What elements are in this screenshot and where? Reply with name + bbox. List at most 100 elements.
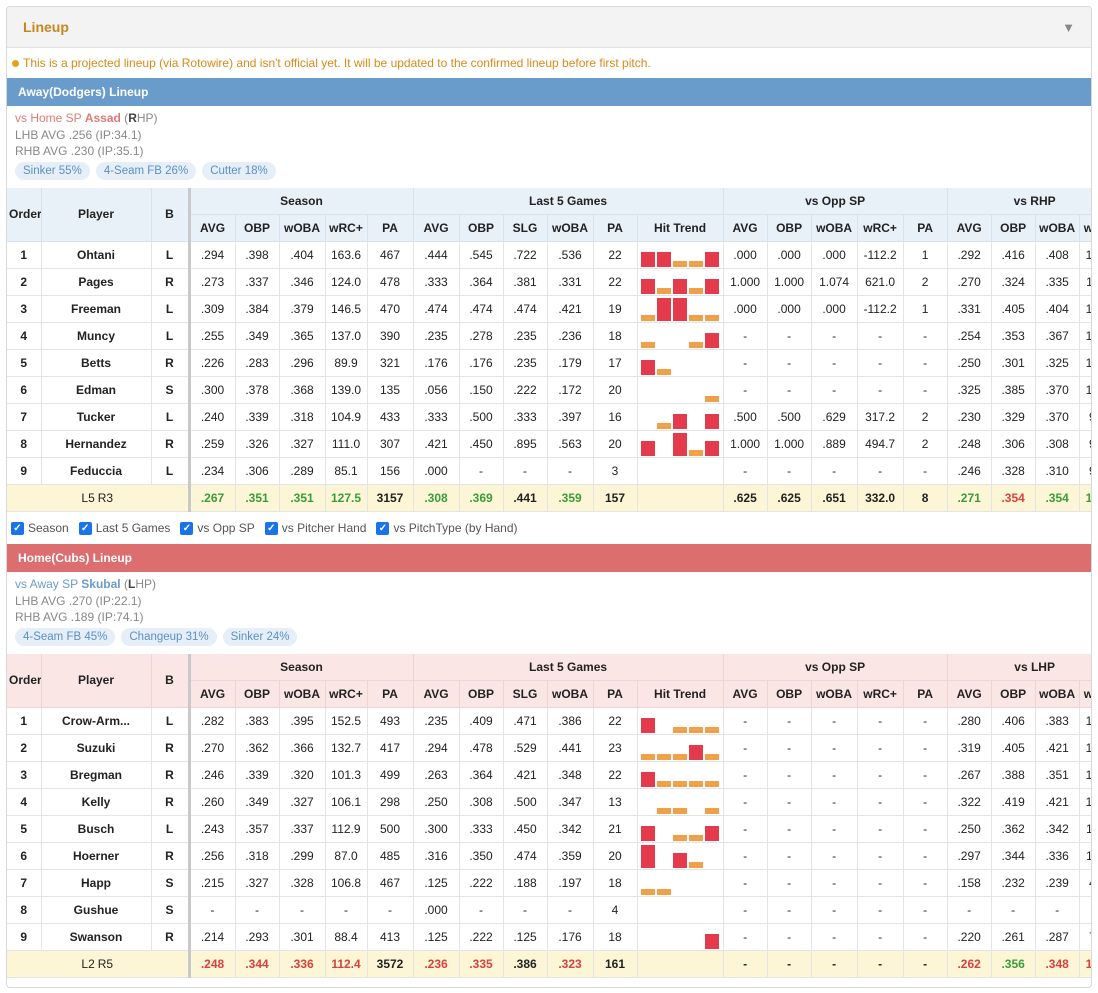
player-row[interactable]: 5 Busch L .243.357.337 112.9 500.300.333.450.… bbox=[7, 815, 1091, 843]
pitch-type-pill[interactable]: Changeup 31% bbox=[121, 627, 217, 646]
player-row[interactable]: 2 Pages R .273.337.346 124.0 478.333.364.381.… bbox=[7, 268, 1091, 296]
pitch-type-pill[interactable]: Cutter 18% bbox=[202, 161, 276, 180]
col-hand-woba[interactable]: wOBA bbox=[1035, 680, 1080, 708]
player-name-link[interactable]: Suzuki bbox=[41, 734, 152, 762]
col-hand-obp[interactable]: OBP bbox=[991, 680, 1036, 708]
col-last5-slg[interactable]: SLG bbox=[503, 680, 548, 708]
player-row[interactable]: 9 Feduccia L .234.306.289 85.1 156.000- - -3- - -… bbox=[7, 457, 1091, 485]
player-row[interactable]: 7 Tucker L .240.339.318 104.9 433.333.500.333… bbox=[7, 403, 1091, 431]
col-last5-obp[interactable]: OBP bbox=[459, 680, 504, 708]
sp-name-link[interactable]: Skubal bbox=[81, 577, 120, 591]
player-name-link[interactable]: Freeman bbox=[41, 295, 152, 323]
player-name-link[interactable]: Edman bbox=[41, 376, 152, 404]
col-season-avg[interactable]: AVG bbox=[187, 680, 236, 708]
player-name-link[interactable]: Swanson bbox=[41, 923, 152, 951]
lineup-panel-header[interactable]: Lineup ▼ bbox=[7, 7, 1091, 48]
col-season-woba[interactable]: wOBA bbox=[279, 214, 326, 242]
player-name-link[interactable]: Hoerner bbox=[41, 842, 152, 870]
col-bats[interactable]: B bbox=[151, 187, 190, 242]
col-opp-wrc-plus[interactable]: wRC+ bbox=[857, 214, 904, 242]
col-player[interactable]: Player bbox=[41, 653, 152, 708]
col-opp-woba[interactable]: wOBA bbox=[811, 680, 858, 708]
toggle-checkbox[interactable]: ✓ vs Pitcher Hand bbox=[264, 521, 366, 535]
player-row[interactable]: 5 Betts R .226.283.296 89.9 321.176.176.235.1… bbox=[7, 349, 1091, 377]
pitch-type-pill[interactable]: 4-Seam FB 45% bbox=[15, 627, 116, 646]
col-hand-obp[interactable]: OBP bbox=[991, 214, 1036, 242]
col-last5-woba[interactable]: wOBA bbox=[547, 214, 594, 242]
col-order[interactable]: Order bbox=[7, 653, 42, 708]
col-order[interactable]: Order bbox=[7, 187, 42, 242]
col-season-obp[interactable]: OBP bbox=[235, 680, 280, 708]
player-name-link[interactable]: Kelly bbox=[41, 788, 152, 816]
col-last5-hit-trend[interactable]: Hit Trend bbox=[637, 214, 724, 242]
col-season-pa[interactable]: PA bbox=[367, 680, 414, 708]
player-row[interactable]: 2 Suzuki R .270.362.366 132.7 417.294.478.529… bbox=[7, 734, 1091, 762]
player-row[interactable]: 7 Happ S .215.327.328 106.8 467.125.222.188.1… bbox=[7, 869, 1091, 897]
triangle-down-icon[interactable]: ▼ bbox=[1062, 20, 1075, 35]
player-row[interactable]: 8 Hernandez R .259.326.327 111.0 307.421.450.… bbox=[7, 430, 1091, 458]
player-name-link[interactable]: Busch bbox=[41, 815, 152, 843]
pitch-type-pill[interactable]: 4-Seam FB 26% bbox=[95, 161, 197, 180]
player-row[interactable]: 4 Kelly R .260.349.327 106.1 298.250.308.500.… bbox=[7, 788, 1091, 816]
col-opp-obp[interactable]: OBP bbox=[767, 680, 812, 708]
col-last5-obp[interactable]: OBP bbox=[459, 214, 504, 242]
toggle-checkbox[interactable]: ✓ Season bbox=[11, 521, 69, 535]
col-last5-pa[interactable]: PA bbox=[593, 214, 638, 242]
col-last5-avg[interactable]: AVG bbox=[413, 214, 460, 242]
col-last5-slg[interactable]: SLG bbox=[503, 214, 548, 242]
col-last5-pa[interactable]: PA bbox=[593, 680, 638, 708]
col-opp-avg[interactable]: AVG bbox=[723, 214, 768, 242]
col-opp-avg[interactable]: AVG bbox=[723, 680, 768, 708]
checkbox-checked-icon[interactable]: ✓ bbox=[180, 521, 194, 535]
col-season-pa[interactable]: PA bbox=[367, 214, 414, 242]
player-row[interactable]: 1 Crow-Arm... L .282.383.395 152.5 493.235.40… bbox=[7, 707, 1091, 735]
checkbox-checked-icon[interactable]: ✓ bbox=[78, 521, 92, 535]
player-row[interactable]: 9 Swanson R .214.293.301 88.4 413.125.222.125… bbox=[7, 923, 1091, 951]
col-season-obp[interactable]: OBP bbox=[235, 214, 280, 242]
player-row[interactable]: 3 Bregman R .246.339.320 101.3 499.263.364.42… bbox=[7, 761, 1091, 789]
player-name-link[interactable]: Muncy bbox=[41, 322, 152, 350]
col-opp-pa[interactable]: PA bbox=[903, 214, 948, 242]
toggle-checkbox[interactable]: ✓ vs Opp SP bbox=[180, 521, 255, 535]
pitch-type-pill[interactable]: Sinker 55% bbox=[15, 161, 90, 180]
player-name-link[interactable]: Pages bbox=[41, 268, 152, 296]
player-row[interactable]: 1 Ohtani L .294.398.404 163.6 467.444.545.722… bbox=[7, 241, 1091, 269]
col-opp-wrc-plus[interactable]: wRC+ bbox=[857, 680, 904, 708]
col-season-wrc-plus[interactable]: wRC+ bbox=[325, 680, 368, 708]
col-player[interactable]: Player bbox=[41, 187, 152, 242]
player-name-link[interactable]: Ohtani bbox=[41, 241, 152, 269]
player-name-link[interactable]: Happ bbox=[41, 869, 152, 897]
col-last5-woba[interactable]: wOBA bbox=[547, 680, 594, 708]
player-row[interactable]: 6 Edman S .300.378.368 139.0 135.056.150.222.… bbox=[7, 376, 1091, 404]
player-name-link[interactable]: Gushue bbox=[41, 896, 152, 924]
col-bats[interactable]: B bbox=[151, 653, 190, 708]
toggle-checkbox[interactable]: ✓ Last 5 Games bbox=[78, 521, 170, 535]
col-last5-hit-trend[interactable]: Hit Trend bbox=[637, 680, 724, 708]
checkbox-checked-icon[interactable]: ✓ bbox=[11, 521, 24, 535]
player-name-link[interactable]: Betts bbox=[41, 349, 152, 377]
player-name-link[interactable]: Hernandez bbox=[41, 430, 152, 458]
player-row[interactable]: 6 Hoerner R .256.318.299 87.0 485.316.350.474… bbox=[7, 842, 1091, 870]
col-season-wrc-plus[interactable]: wRC+ bbox=[325, 214, 368, 242]
player-row[interactable]: 3 Freeman L .309.384.379 146.5 470.474.474.47… bbox=[7, 295, 1091, 323]
player-name-link[interactable]: Tucker bbox=[41, 403, 152, 431]
col-opp-pa[interactable]: PA bbox=[903, 680, 948, 708]
player-name-link[interactable]: Feduccia bbox=[41, 457, 152, 485]
col-last5-avg[interactable]: AVG bbox=[413, 680, 460, 708]
col-hand-wrc-plus[interactable]: wRC+ bbox=[1079, 214, 1091, 242]
col-season-woba[interactable]: wOBA bbox=[279, 680, 326, 708]
col-opp-woba[interactable]: wOBA bbox=[811, 214, 858, 242]
checkbox-checked-icon[interactable]: ✓ bbox=[264, 521, 278, 535]
col-hand-avg[interactable]: AVG bbox=[947, 214, 992, 242]
col-season-avg[interactable]: AVG bbox=[187, 214, 236, 242]
player-row[interactable]: 8GushueS-----.000---4--------- bbox=[7, 896, 1091, 924]
sp-name-link[interactable]: Assad bbox=[85, 111, 121, 125]
toggle-checkbox[interactable]: ✓ vs PitchType (by Hand) bbox=[376, 521, 518, 535]
pitch-type-pill[interactable]: Sinker 24% bbox=[222, 627, 298, 646]
player-name-link[interactable]: Bregman bbox=[41, 761, 152, 789]
col-opp-obp[interactable]: OBP bbox=[767, 214, 812, 242]
player-row[interactable]: 4 Muncy L .255.349.365 137.0 390.235.278.235.… bbox=[7, 322, 1091, 350]
col-hand-wrc-plus[interactable]: wRC+ bbox=[1079, 680, 1091, 708]
checkbox-checked-icon[interactable]: ✓ bbox=[376, 521, 390, 535]
player-name-link[interactable]: Crow-Arm... bbox=[41, 707, 152, 735]
